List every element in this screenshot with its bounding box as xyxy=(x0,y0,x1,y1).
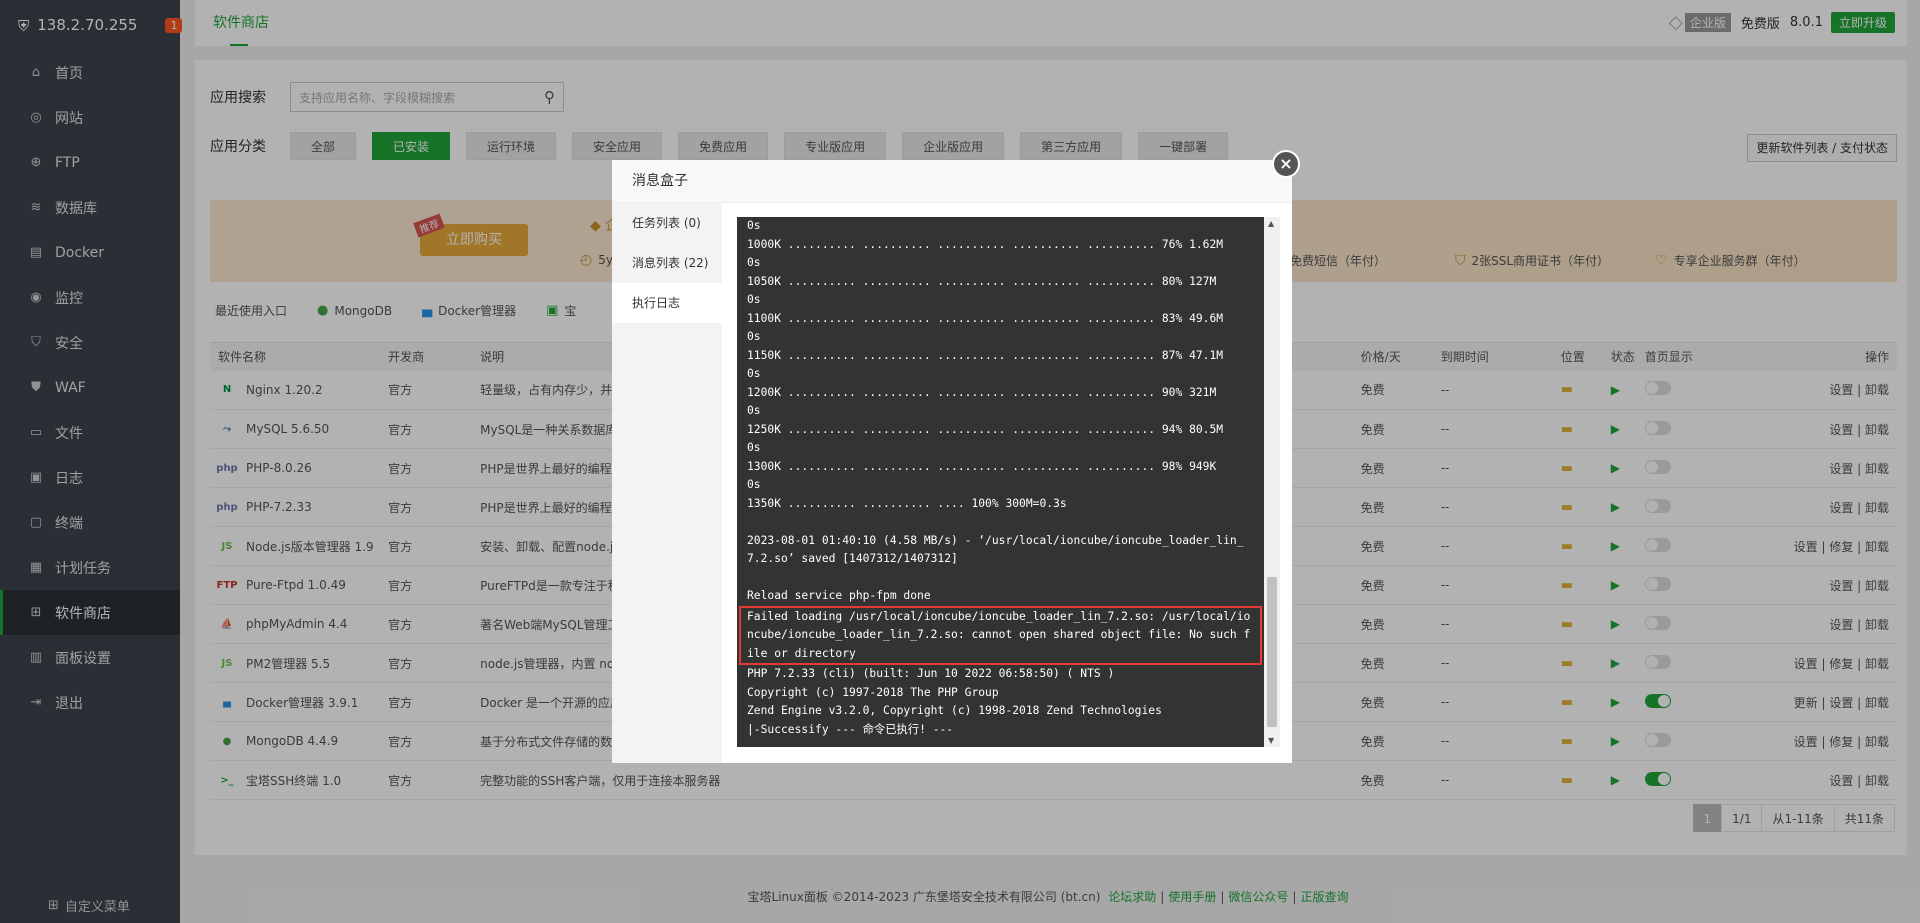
scroll-thumb[interactable] xyxy=(1267,577,1277,727)
close-icon[interactable]: × xyxy=(1272,150,1300,178)
log-output: 0s 1000K .......... .......... .........… xyxy=(747,219,1244,602)
modal-tabs: 任务列表 (0) 消息列表 (22) 执行日志 xyxy=(612,203,722,763)
message-box-modal: 消息盒子 × 任务列表 (0) 消息列表 (22) 执行日志 0s 1000K ..… xyxy=(612,150,1300,763)
execution-log: 0s 1000K .......... .......... .........… xyxy=(737,217,1264,747)
modal-title: 消息盒子 xyxy=(612,160,1292,203)
log-output-tail: PHP 7.2.33 (cli) (built: Jun 10 2022 06:… xyxy=(747,667,1162,736)
scroll-up-icon[interactable]: ▲ xyxy=(1268,219,1274,228)
modal-tab[interactable]: 执行日志 xyxy=(612,283,722,323)
modal-tab[interactable]: 消息列表 (22) xyxy=(612,243,722,283)
log-scrollbar[interactable]: ▲ ▼ xyxy=(1264,217,1280,747)
diamond-icon: ◇ xyxy=(1668,11,1683,33)
log-error-highlight: Failed loading /usr/local/ioncube/ioncub… xyxy=(739,605,1262,665)
modal-tab[interactable]: 任务列表 (0) xyxy=(612,203,722,243)
scroll-down-icon[interactable]: ▼ xyxy=(1268,736,1274,745)
